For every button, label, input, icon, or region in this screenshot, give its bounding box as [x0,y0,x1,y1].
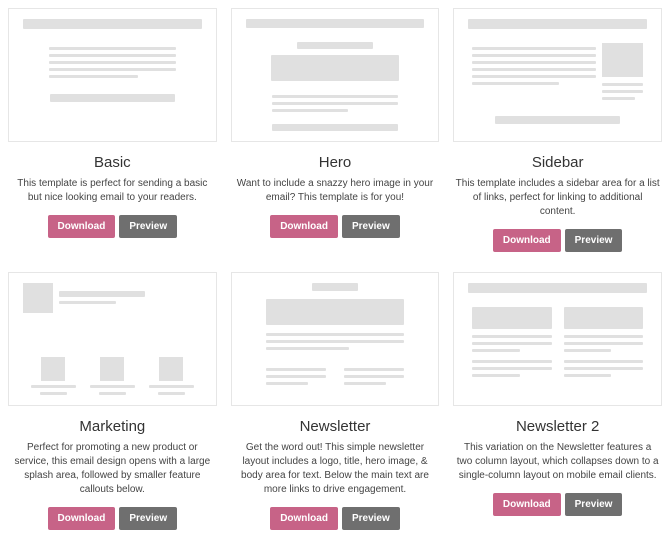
template-title: Newsletter [231,418,440,435]
download-button[interactable]: Download [493,229,561,252]
download-button[interactable]: Download [493,493,561,516]
template-title: Newsletter 2 [453,418,662,435]
template-card-newsletter: Newsletter Get the word out! This simple… [231,272,440,530]
template-desc: Want to include a snazzy hero image in y… [231,177,440,205]
template-desc: This variation on the Newsletter feature… [453,441,662,483]
thumb-sidebar [453,8,662,142]
thumb-marketing [8,272,217,406]
thumb-newsletter2 [453,272,662,406]
template-title: Basic [8,154,217,171]
preview-button[interactable]: Preview [119,215,177,238]
template-card-basic: Basic This template is perfect for sendi… [8,8,217,252]
preview-button[interactable]: Preview [342,507,400,530]
preview-button[interactable]: Preview [342,215,400,238]
template-desc: Get the word out! This simple newsletter… [231,441,440,497]
download-button[interactable]: Download [270,215,338,238]
download-button[interactable]: Download [48,215,116,238]
template-title: Sidebar [453,154,662,171]
template-desc: This template includes a sidebar area fo… [453,177,662,219]
template-card-marketing: Marketing Perfect for promoting a new pr… [8,272,217,530]
thumb-newsletter [231,272,440,406]
thumb-hero [231,8,440,142]
template-card-newsletter2: Newsletter 2 This variation on the Newsl… [453,272,662,530]
template-desc: Perfect for promoting a new product or s… [8,441,217,497]
preview-button[interactable]: Preview [119,507,177,530]
download-button[interactable]: Download [270,507,338,530]
template-grid: Basic This template is perfect for sendi… [2,8,668,530]
template-desc: This template is perfect for sending a b… [8,177,217,205]
thumb-basic [8,8,217,142]
preview-button[interactable]: Preview [565,229,623,252]
template-title: Hero [231,154,440,171]
template-title: Marketing [8,418,217,435]
template-card-hero: Hero Want to include a snazzy hero image… [231,8,440,252]
preview-button[interactable]: Preview [565,493,623,516]
download-button[interactable]: Download [48,507,116,530]
template-card-sidebar: Sidebar This template includes a sidebar… [453,8,662,252]
